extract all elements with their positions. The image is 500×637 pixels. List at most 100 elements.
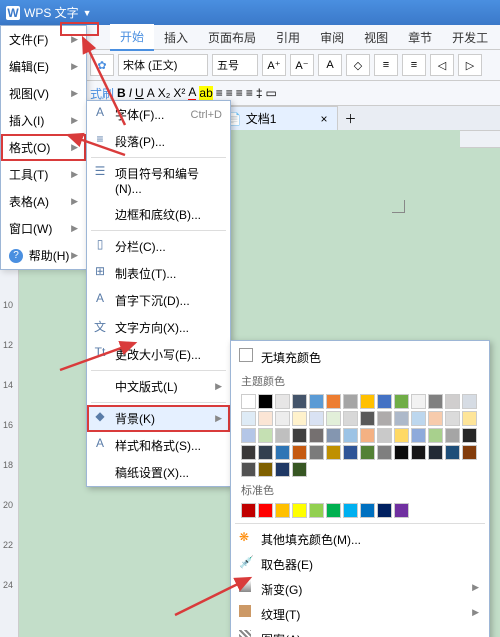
color-swatch[interactable]	[445, 428, 460, 443]
underline-icon[interactable]: U	[135, 86, 144, 100]
menu-item-2[interactable]: 视图(V)▶	[1, 80, 86, 107]
menu-item-4[interactable]: 格式(O)▶	[1, 134, 86, 161]
bullets-icon[interactable]: ≡	[374, 54, 398, 76]
tab-layout[interactable]: 页面布局	[198, 25, 266, 50]
tab-doc1[interactable]: 📄文档1×	[216, 106, 339, 130]
format-item-16[interactable]: 稿纸设置(X)...	[87, 459, 230, 486]
format-item-7[interactable]: ⊞制表位(T)...	[87, 260, 230, 287]
color-swatch[interactable]	[394, 428, 409, 443]
font-size-select[interactable]: 五号	[212, 54, 258, 76]
color-swatch[interactable]	[360, 428, 375, 443]
tab-insert[interactable]: 插入	[154, 25, 198, 50]
color-swatch[interactable]	[377, 428, 392, 443]
color-swatch[interactable]	[275, 445, 290, 460]
no-fill[interactable]: 无填充颜色	[235, 345, 485, 370]
new-tab-icon[interactable]: ＋	[344, 110, 356, 127]
format-item-8[interactable]: A首字下沉(D)...	[87, 287, 230, 314]
color-swatch[interactable]	[343, 411, 358, 426]
color-swatch[interactable]	[309, 394, 324, 409]
color-swatch[interactable]	[292, 428, 307, 443]
color-swatch[interactable]	[258, 503, 273, 518]
tab-dev[interactable]: 开发工	[442, 25, 498, 50]
font-name-select[interactable]: 宋体 (正文)	[118, 54, 208, 76]
menu-item-8[interactable]: ?帮助(H)▶	[1, 242, 86, 269]
color-swatch[interactable]	[326, 411, 341, 426]
color-swatch[interactable]	[275, 394, 290, 409]
color-swatch[interactable]	[258, 428, 273, 443]
format-item-10[interactable]: Tt更改大小写(E)...	[87, 341, 230, 368]
strike-icon[interactable]: A	[147, 86, 155, 100]
title-dropdown-icon[interactable]: ▼	[83, 8, 92, 18]
color-swatch[interactable]	[258, 462, 273, 477]
color-swatch[interactable]	[360, 445, 375, 460]
color-swatch[interactable]	[411, 394, 426, 409]
color-swatch[interactable]	[309, 445, 324, 460]
color-swatch[interactable]	[292, 503, 307, 518]
clear-icon[interactable]: ◇	[346, 54, 370, 76]
align-justify-icon[interactable]: ≡	[246, 86, 253, 100]
color-swatch[interactable]	[275, 462, 290, 477]
color-swatch[interactable]	[292, 394, 307, 409]
sup-icon[interactable]: A	[318, 54, 342, 76]
increase-font-icon[interactable]: A⁺	[262, 54, 286, 76]
color-swatch[interactable]	[428, 445, 443, 460]
color-swatch[interactable]	[360, 394, 375, 409]
color-swatch[interactable]	[445, 411, 460, 426]
gradient[interactable]: 渐变(G)▶	[235, 577, 485, 602]
italic-icon[interactable]: I	[129, 86, 132, 100]
color-swatch[interactable]	[360, 503, 375, 518]
color-swatch[interactable]	[258, 394, 273, 409]
color-swatch[interactable]	[411, 411, 426, 426]
decrease-font-icon[interactable]: A⁻	[290, 54, 314, 76]
bold-icon[interactable]: B	[117, 86, 126, 100]
color-swatch[interactable]	[275, 503, 290, 518]
close-tab-icon[interactable]: ×	[320, 112, 327, 126]
color-swatch[interactable]	[394, 394, 409, 409]
tab-start[interactable]: 开始	[110, 24, 154, 51]
color-swatch[interactable]	[309, 411, 324, 426]
color-swatch[interactable]	[462, 394, 477, 409]
menu-item-5[interactable]: 工具(T)▶	[1, 161, 86, 188]
color-swatch[interactable]	[292, 411, 307, 426]
align-right-icon[interactable]: ≡	[236, 86, 243, 100]
menu-item-3[interactable]: 插入(I)▶	[1, 107, 86, 134]
format-item-14[interactable]: ◆背景(K)▶	[87, 405, 230, 432]
format-item-4[interactable]: 边框和底纹(B)...	[87, 201, 230, 228]
format-item-15[interactable]: A样式和格式(S)...	[87, 432, 230, 459]
numbering-icon[interactable]: ≡	[402, 54, 426, 76]
color-swatch[interactable]	[377, 411, 392, 426]
menu-item-7[interactable]: 窗口(W)▶	[1, 215, 86, 242]
font-color-icon[interactable]: A	[188, 85, 196, 101]
color-swatch[interactable]	[445, 394, 460, 409]
color-swatch[interactable]	[377, 503, 392, 518]
eyedropper[interactable]: 💉取色器(E)	[235, 552, 485, 577]
color-swatch[interactable]	[241, 428, 256, 443]
color-swatch[interactable]	[428, 428, 443, 443]
format-painter-icon[interactable]: ✿	[90, 54, 114, 76]
texture[interactable]: 纹理(T)▶	[235, 602, 485, 627]
format-item-3[interactable]: ☰项目符号和编号(N)...	[87, 160, 230, 201]
color-swatch[interactable]	[377, 445, 392, 460]
sub-icon[interactable]: X₂	[158, 86, 171, 100]
indent-dec-icon[interactable]: ◁	[430, 54, 454, 76]
align-center-icon[interactable]: ≡	[226, 86, 233, 100]
color-swatch[interactable]	[326, 503, 341, 518]
color-swatch[interactable]	[309, 428, 324, 443]
color-swatch[interactable]	[343, 445, 358, 460]
tab-chapter[interactable]: 章节	[398, 25, 442, 50]
color-swatch[interactable]	[462, 445, 477, 460]
indent-inc-icon[interactable]: ▷	[458, 54, 482, 76]
color-swatch[interactable]	[326, 445, 341, 460]
align-left-icon[interactable]: ≡	[216, 86, 223, 100]
super-icon[interactable]: X²	[173, 86, 185, 100]
color-swatch[interactable]	[411, 445, 426, 460]
tab-review[interactable]: 审阅	[310, 25, 354, 50]
color-swatch[interactable]	[241, 445, 256, 460]
tab-view[interactable]: 视图	[354, 25, 398, 50]
color-swatch[interactable]	[309, 503, 324, 518]
pattern[interactable]: 图案(A)	[235, 627, 485, 637]
color-swatch[interactable]	[275, 428, 290, 443]
highlight-icon[interactable]: ab	[199, 86, 212, 100]
format-item-0[interactable]: A字体(F)...Ctrl+D	[87, 101, 230, 128]
color-swatch[interactable]	[241, 411, 256, 426]
